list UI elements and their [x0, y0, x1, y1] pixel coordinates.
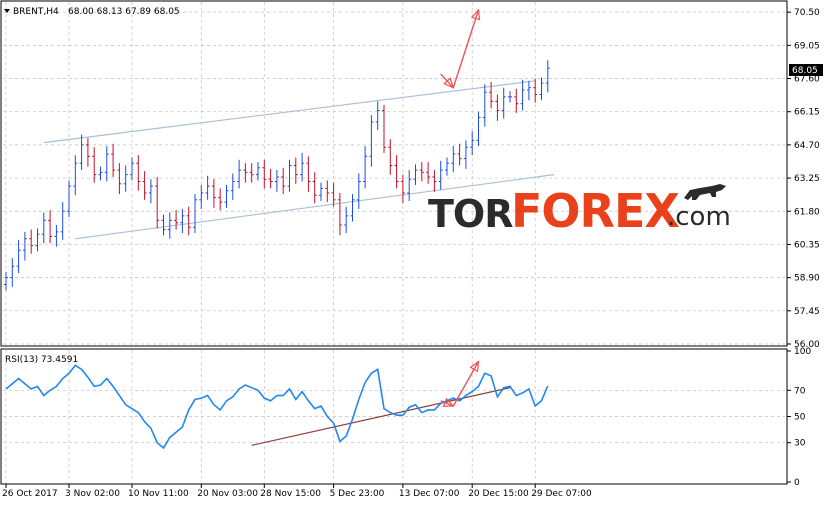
- rsi-tick-label: 70: [794, 386, 806, 396]
- logo-tor: TOR: [428, 192, 513, 236]
- price-tick-label: 67.60: [794, 75, 820, 85]
- rsi-tick-label: 100: [794, 347, 811, 357]
- rsi-tick-label: 50: [794, 413, 806, 423]
- price-tick-label: 58.90: [794, 274, 820, 284]
- price-y-axis: 70.50 69.05 67.60 66.15 64.70 63.25 61.80 60.35…: [787, 8, 820, 350]
- ohlc-label: 68.00 68.13 67.89 68.05: [68, 7, 180, 17]
- rsi-tick-label: 30: [794, 439, 806, 449]
- price-tick-label: 60.35: [794, 240, 820, 250]
- time-tick-label: 20 Nov 03:00: [197, 489, 258, 499]
- symbol-label: BRENT,H4: [13, 7, 59, 17]
- time-tick-label: 20 Dec 15:00: [468, 489, 529, 499]
- price-tick-label: 69.05: [794, 41, 820, 51]
- logo-com: .com: [667, 202, 731, 232]
- price-tick-label: 66.15: [794, 108, 820, 118]
- time-tick-label: 10 Nov 11:00: [128, 489, 189, 499]
- logo-forex: FOREX: [511, 184, 679, 238]
- price-tick-label: 57.45: [794, 307, 820, 317]
- rsi-title: RSI(13) 73.4591: [5, 355, 78, 365]
- last-price-value: 68.05: [792, 66, 818, 76]
- rsi-tick-label: 0: [794, 478, 800, 488]
- last-price-marker: 68.05: [789, 64, 823, 76]
- price-tick-label: 61.80: [794, 207, 820, 217]
- time-tick-label: 28 Nov 15:00: [260, 489, 321, 499]
- chart-canvas: TOR FOREX .com 70.50 69.05 67.60 66.15 64.70…: [0, 0, 823, 499]
- price-header: BRENT,H4 68.00 68.13 67.89 68.05: [4, 7, 180, 17]
- time-tick-label: 29 Dec 07:00: [531, 489, 592, 499]
- price-tick-label: 64.70: [794, 141, 820, 151]
- time-tick-label: 26 Oct 2017: [2, 489, 58, 499]
- price-tick-label: 70.50: [794, 8, 820, 18]
- time-tick-label: 5 Dec 23:00: [330, 489, 385, 499]
- price-tick-label: 63.25: [794, 174, 820, 184]
- time-tick-label: 13 Dec 07:00: [399, 489, 460, 499]
- time-axis: 26 Oct 2017 3 Nov 02:00 10 Nov 11:00 20 Nov…: [2, 484, 592, 499]
- time-tick-label: 3 Nov 02:00: [65, 489, 120, 499]
- rsi-y-axis: 100 70 50 30 0: [787, 347, 811, 488]
